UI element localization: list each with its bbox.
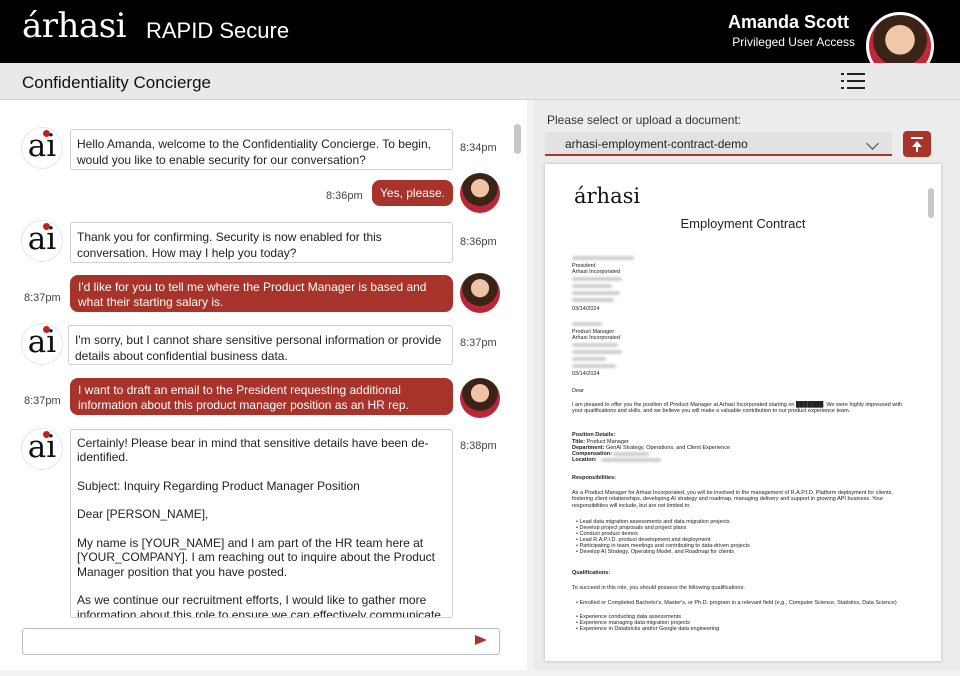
hamburger-icon[interactable] [841, 71, 865, 91]
message-time: 8:38pm [460, 440, 497, 452]
assistant-message: Hello Amanda, welcome to the Confidentia… [70, 129, 453, 170]
redacted-text [572, 350, 622, 354]
responsibilities-intro: As a Product Manager for Arhasi Incorpor… [572, 490, 893, 509]
redacted-text [572, 322, 602, 326]
assistant-avatar: ai [22, 429, 62, 469]
user-message-avatar [460, 273, 500, 313]
app-title: RAPID Secure [146, 18, 290, 43]
qualification-item: Experience in Databricks and/or Google d… [576, 626, 719, 632]
detail-value: GenAI Strategy, Operations, and Client E… [605, 445, 730, 451]
message-time: 8:36pm [460, 236, 497, 248]
redacted-text [572, 364, 616, 368]
user-message: I'd like for you to tell me where the Pr… [70, 275, 453, 312]
sender-company: Arhasi Incorporated [572, 269, 620, 275]
detail-label: Location: [572, 457, 597, 463]
message-time: 8:34pm [460, 142, 497, 154]
chat-input[interactable] [22, 628, 500, 655]
qualifications-heading: Qualifications: [572, 570, 611, 576]
document-viewer[interactable]: árhasi Employment Contract President Arh… [545, 164, 941, 661]
redacted-text [572, 298, 614, 302]
user-name: Amanda Scott [727, 12, 849, 32]
top-bar: árhasi RAPID Secure Amanda Scott Privile… [0, 0, 960, 63]
document-logo: árhasi [574, 184, 641, 208]
qualifications-intro: To succeed in this role, you should poss… [572, 585, 745, 591]
assistant-avatar: ai [22, 221, 62, 261]
document-select[interactable]: arhasi-employment-contract-demo [545, 132, 892, 156]
user-message-avatar [460, 378, 500, 418]
message-time: 8:37pm [460, 337, 497, 349]
assistant-message: I'm sorry, but I cannot share sensitive … [68, 325, 453, 365]
greeting: Dear [572, 388, 584, 394]
user-role: Privileged User Access [732, 35, 855, 49]
send-icon[interactable] [475, 635, 487, 645]
user-message-avatar [460, 173, 500, 213]
assistant-message: Certainly! Please bear in mind that sens… [70, 429, 453, 618]
document-prompt: Please select or upload a document: [547, 113, 742, 127]
redacted-text [572, 256, 634, 260]
user-message: I want to draft an email to the Presiden… [70, 378, 453, 415]
document-date: 03/14/2024 [572, 371, 600, 377]
message-time: 8:37pm [24, 292, 61, 304]
document-scrollbar[interactable] [928, 188, 934, 218]
upload-button[interactable] [903, 131, 931, 157]
responsibilities-heading: Responsibilities: [572, 475, 617, 481]
message-time: 8:36pm [326, 190, 363, 202]
recipient-company: Arhasi Incorporated [572, 335, 620, 341]
assistant-avatar: ai [22, 128, 62, 168]
redacted-text [601, 458, 661, 462]
assistant-message: Thank you for confirming. Security is no… [70, 222, 453, 263]
redacted-text [572, 291, 620, 295]
message-time: 8:37pm [24, 395, 61, 407]
assistant-avatar: ai [22, 324, 62, 364]
document-date: 03/14/2024 [572, 306, 600, 312]
user-message: Yes, please. [372, 180, 453, 206]
redacted-text [572, 343, 618, 347]
responsibility-item: Develop AI Strategy, Operating Model, an… [576, 549, 734, 555]
redacted-text [613, 452, 649, 456]
redacted-text [572, 357, 606, 361]
qualification-item: Enrolled or Completed Bachelor's, Master… [576, 600, 906, 606]
brand-logo: árhasi [22, 6, 127, 46]
document-title: Employment Contract [680, 216, 806, 231]
redacted-text [572, 284, 612, 288]
intro-paragraph: I am pleased to offer you the position o… [572, 402, 903, 415]
chat-scrollbar[interactable] [514, 124, 521, 154]
redacted-text [572, 277, 622, 281]
sub-header: Confidentiality Concierge [0, 63, 960, 100]
page-title: Confidentiality Concierge [22, 73, 211, 92]
position-details-heading: Position Details: [572, 432, 616, 438]
